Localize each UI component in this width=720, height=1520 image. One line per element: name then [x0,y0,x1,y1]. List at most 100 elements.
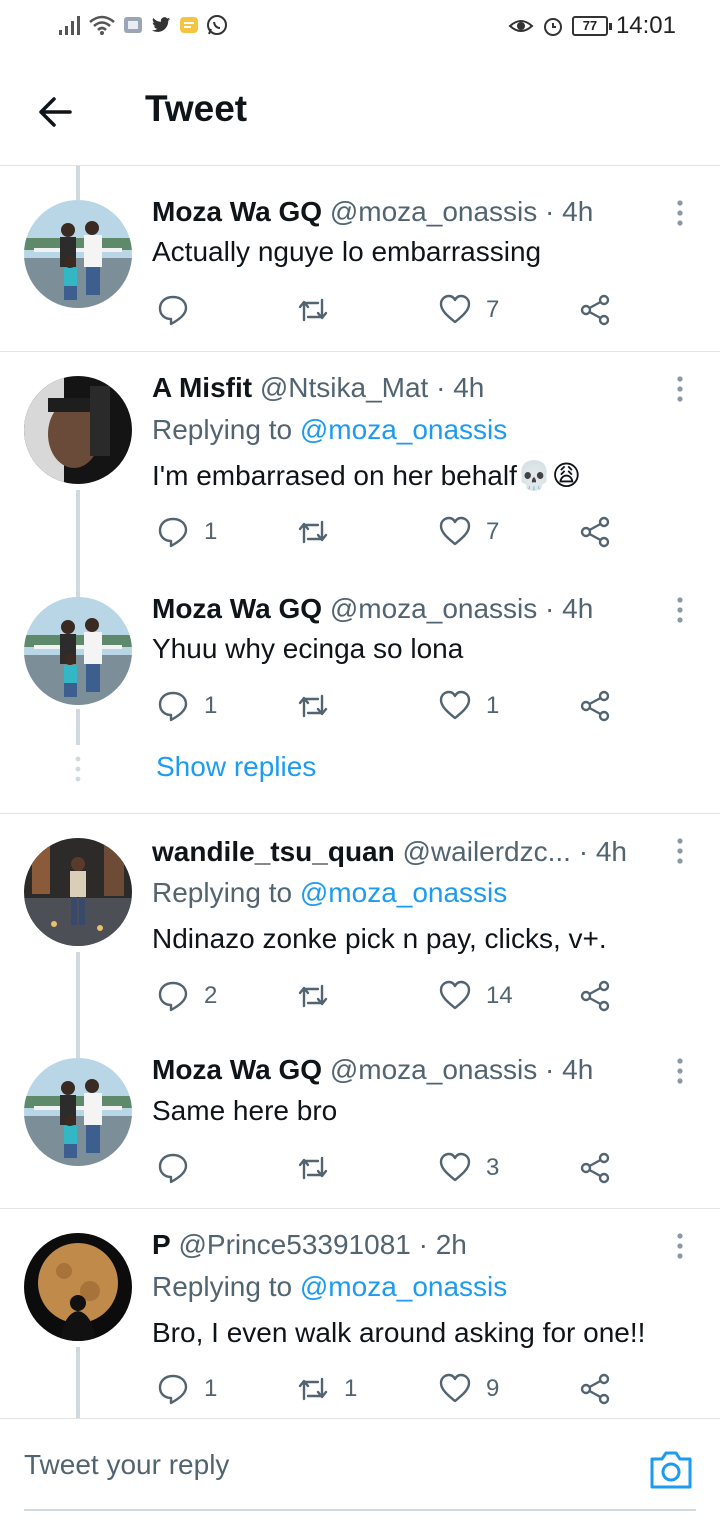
replying-to-prefix: Replying to [152,1271,300,1302]
like-button[interactable]: 3 [438,1148,499,1188]
like-count: 14 [486,982,513,1009]
tweet-actions: 1 1 [152,686,632,726]
more-options-icon[interactable] [668,595,692,625]
author-name[interactable]: A Misfit [152,372,252,403]
retweet-button[interactable] [296,290,344,330]
tweet-actions: 2 14 [152,976,632,1016]
more-options-icon[interactable] [668,1056,692,1086]
avatar[interactable] [24,597,132,705]
thread-line [76,166,80,200]
thread-line [76,1040,80,1058]
tweet-text: I'm embarrased on her behalf💀😩 [152,460,581,491]
tweet-text: Ndinazo zonke pick n pay, clicks, v+. [152,923,607,954]
reply-button[interactable] [156,290,204,330]
reply-button[interactable]: 2 [156,976,217,1016]
app-notification-icon [124,17,142,33]
message-icon [180,17,198,33]
share-icon [580,294,610,326]
more-options-icon[interactable] [668,198,692,228]
replying-to-line: Replying to @moza_onassis [152,1271,507,1303]
reply-button[interactable]: 1 [156,686,217,726]
share-button[interactable] [578,512,612,552]
thread-dots [75,756,81,782]
retweet-button[interactable] [296,512,344,552]
share-icon [580,690,610,722]
replying-to-mention[interactable]: @moza_onassis [300,414,507,445]
reply-button[interactable] [156,1148,204,1188]
avatar[interactable] [24,1233,132,1341]
like-button[interactable]: 14 [438,976,513,1016]
reply-count: 1 [204,1375,218,1402]
like-button[interactable]: 1 [438,686,499,726]
tweet-item[interactable]: wandile_tsu_quan @wailerdzc... · 4h Repl… [0,813,720,1041]
like-count: 9 [486,1375,500,1402]
tweet-author-line: P @Prince53391081 · 2h [152,1229,467,1261]
like-count: 3 [486,1154,500,1181]
reply-button[interactable]: 1 [156,1369,217,1409]
reply-input[interactable]: Tweet your reply [24,1449,229,1481]
more-options-icon[interactable] [668,374,692,404]
retweet-button[interactable] [296,976,344,1016]
alarm-icon [543,18,562,36]
reply-icon [158,1374,188,1405]
tweet-item[interactable]: Moza Wa GQ @moza_onassis · 4h Yhuu why e… [0,585,720,745]
heart-icon [439,690,471,720]
tweet-item[interactable]: A Misfit @Ntsika_Mat · 4h Replying to @m… [0,351,720,586]
avatar[interactable] [24,376,132,484]
show-replies-row: Show replies [0,745,720,813]
camera-icon[interactable] [648,1447,694,1491]
share-button[interactable] [578,1369,612,1409]
whatsapp-icon [207,15,227,35]
like-button[interactable]: 7 [438,290,499,330]
tweet-author-line: Moza Wa GQ @moza_onassis · 4h [152,196,593,228]
status-bar: 77 14:01 [0,0,720,56]
replying-to-mention[interactable]: @moza_onassis [300,877,507,908]
like-button[interactable]: 9 [438,1369,499,1409]
author-name[interactable]: P [152,1229,171,1260]
status-icons-left [58,14,228,36]
tweet-text: Same here bro [152,1095,338,1126]
page-title: Tweet [145,88,248,129]
more-options-icon[interactable] [668,1231,692,1261]
reply-count: 1 [204,518,218,545]
tweet-item[interactable]: P @Prince53391081 · 2h Replying to @moza… [0,1208,720,1419]
tweet-author-line: Moza Wa GQ @moza_onassis · 4h [152,593,593,625]
avatar[interactable] [24,1058,132,1166]
status-icons-right: 77 14:01 [508,12,676,40]
retweet-button[interactable] [296,1148,344,1188]
replying-to-line: Replying to @moza_onassis [152,414,507,446]
retweet-icon [298,1156,328,1180]
avatar[interactable] [24,200,132,308]
share-button[interactable] [578,686,612,726]
reply-button[interactable]: 1 [156,512,217,552]
author-name[interactable]: Moza Wa GQ [152,196,322,227]
share-button[interactable] [578,1148,612,1188]
tweet-item[interactable]: Moza Wa GQ @moza_onassis · 4h Same here … [0,1040,720,1208]
share-button[interactable] [578,290,612,330]
more-options-icon[interactable] [668,836,692,866]
tweet-actions: 7 [152,290,632,330]
heart-icon [439,294,471,324]
show-replies-link[interactable]: Show replies [156,751,316,783]
thread-line [76,1347,80,1419]
author-name[interactable]: Moza Wa GQ [152,1054,322,1085]
reply-underline [24,1509,696,1511]
author-handle-time: @Prince53391081 · 2h [178,1229,467,1260]
twitter-bird-icon [151,17,171,32]
retweet-button[interactable] [296,686,344,726]
reply-count: 2 [204,982,218,1009]
share-icon [580,516,610,548]
like-button[interactable]: 7 [438,512,499,552]
retweet-button[interactable]: 1 [296,1369,357,1409]
share-icon [580,1152,610,1184]
back-arrow-icon[interactable] [30,86,82,138]
author-name[interactable]: Moza Wa GQ [152,593,322,624]
share-button[interactable] [578,976,612,1016]
avatar[interactable] [24,838,132,946]
author-name[interactable]: wandile_tsu_quan [152,836,395,867]
reply-icon [158,517,188,548]
replying-to-mention[interactable]: @moza_onassis [300,1271,507,1302]
tweet-item[interactable]: Moza Wa GQ @moza_onassis · 4h Actually n… [0,166,720,351]
thread-line [76,952,80,1041]
share-icon [580,980,610,1012]
